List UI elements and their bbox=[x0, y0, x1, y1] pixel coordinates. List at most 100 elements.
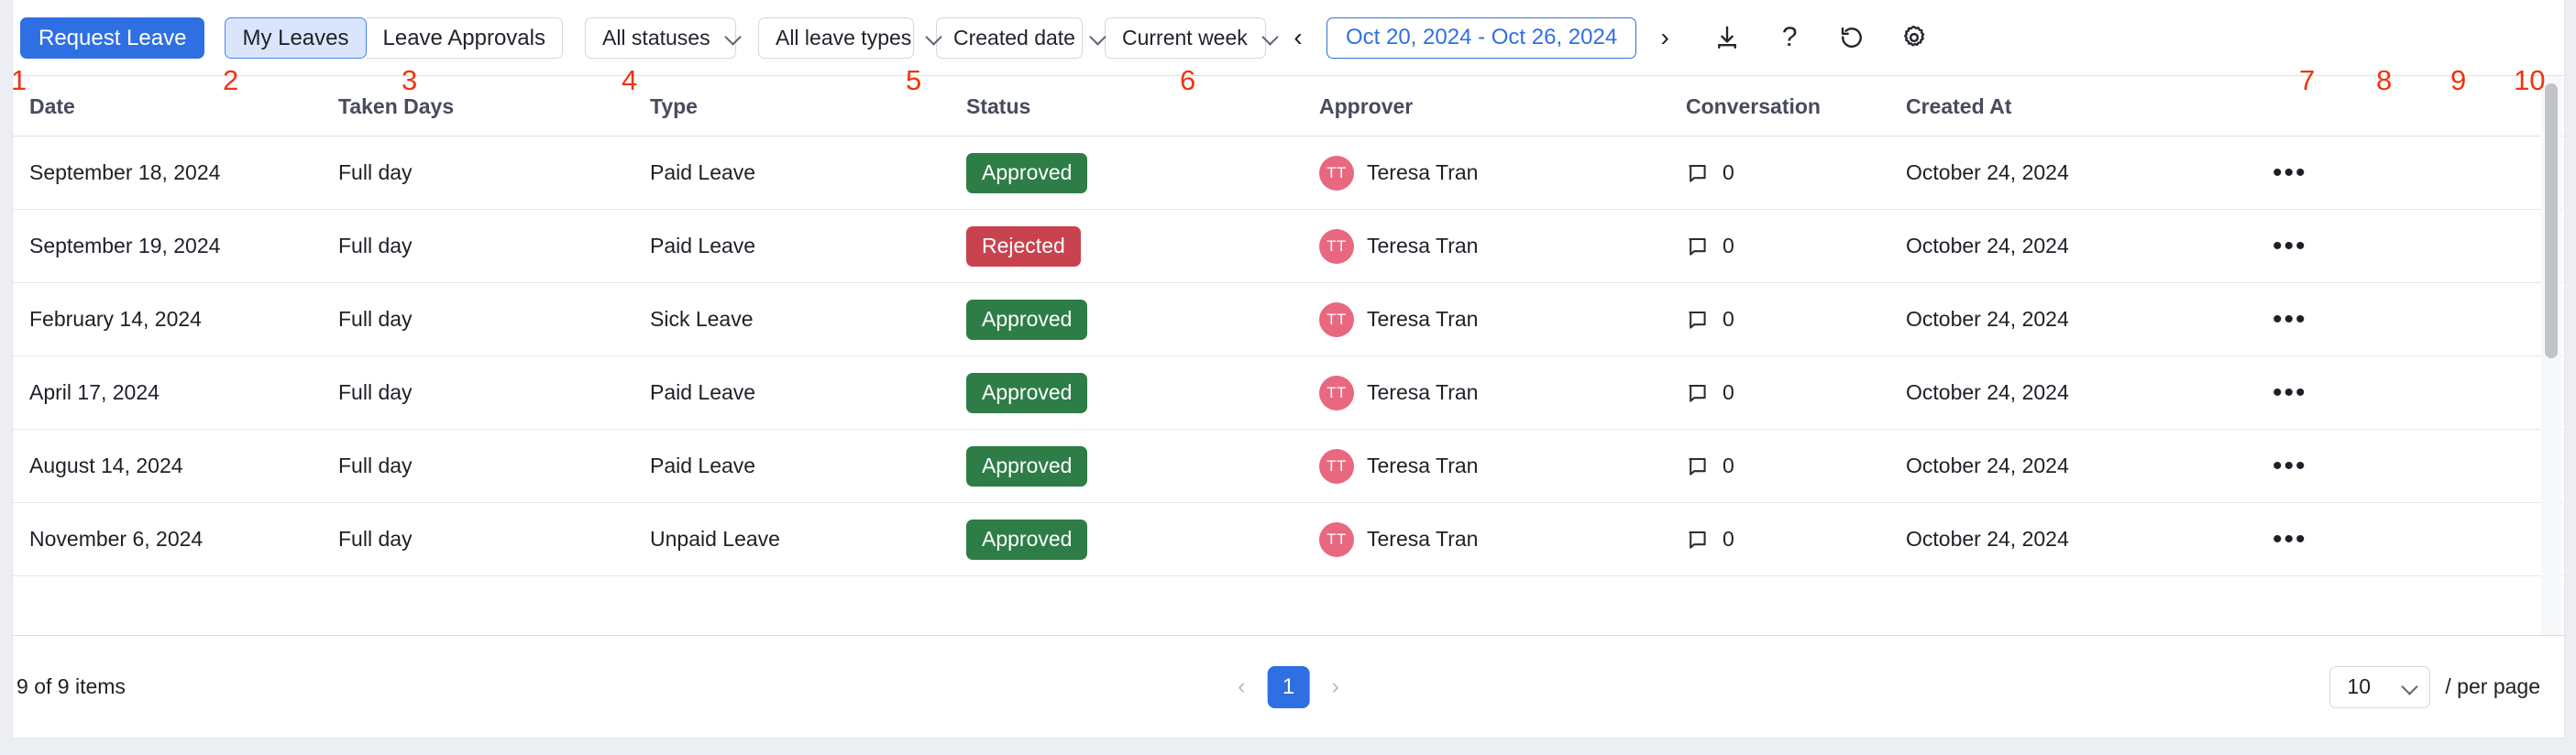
date-range-display[interactable]: Oct 20, 2024 - Oct 26, 2024 bbox=[1327, 17, 1636, 59]
app-page: Request Leave My Leaves Leave Approvals … bbox=[0, 0, 2576, 755]
cell-date: February 14, 2024 bbox=[13, 283, 338, 356]
cell-actions: ••• bbox=[2273, 430, 2564, 503]
conversation[interactable]: 0 bbox=[1686, 234, 1906, 258]
next-period-button[interactable]: › bbox=[1649, 17, 1680, 59]
cell-conversation: 0 bbox=[1686, 430, 1906, 503]
filter-leave-type[interactable]: All leave types bbox=[758, 17, 914, 59]
row-menu-button[interactable]: ••• bbox=[2273, 451, 2307, 481]
page-scrollbar[interactable] bbox=[2565, 0, 2576, 755]
filter-status[interactable]: All statuses bbox=[585, 17, 736, 59]
cell-date: August 14, 2024 bbox=[13, 430, 338, 503]
cell-type: Sick Leave bbox=[650, 283, 966, 356]
conversation-count: 0 bbox=[1723, 234, 1734, 258]
conversation[interactable]: 0 bbox=[1686, 454, 1906, 478]
column-header-type[interactable]: Type bbox=[650, 76, 966, 137]
cell-status: Approved bbox=[966, 283, 1319, 356]
cell-type: Paid Leave bbox=[650, 356, 966, 430]
status-badge: Approved bbox=[966, 373, 1087, 413]
chevron-down-icon bbox=[1090, 29, 1106, 46]
cell-status: Approved bbox=[966, 356, 1319, 430]
avatar: TT bbox=[1319, 449, 1354, 484]
refresh-icon[interactable] bbox=[1831, 16, 1873, 59]
approver-name: Teresa Tran bbox=[1367, 307, 1478, 332]
cell-type: Paid Leave bbox=[650, 210, 966, 283]
settings-gear-icon[interactable] bbox=[1893, 16, 1935, 59]
cell-date: April 17, 2024 bbox=[13, 356, 338, 430]
table-scrollbar-thumb[interactable] bbox=[2545, 83, 2558, 358]
pagination-prev-button[interactable]: ‹ bbox=[1232, 672, 1250, 702]
speech-bubble-icon bbox=[1686, 528, 1710, 552]
row-menu-button[interactable]: ••• bbox=[2273, 304, 2307, 334]
approver: TTTeresa Tran bbox=[1319, 302, 1686, 337]
request-leave-button[interactable]: Request Leave bbox=[20, 17, 204, 59]
chevron-down-icon bbox=[926, 29, 942, 46]
column-header-taken-days[interactable]: Taken Days bbox=[338, 76, 650, 137]
per-page-select[interactable]: 10 bbox=[2329, 666, 2430, 708]
speech-bubble-icon bbox=[1686, 308, 1710, 332]
status-badge: Approved bbox=[966, 153, 1087, 193]
filter-status-label: All statuses bbox=[602, 26, 710, 50]
approver: TTTeresa Tran bbox=[1319, 449, 1686, 484]
column-header-status[interactable]: Status bbox=[966, 76, 1319, 137]
cell-actions: ••• bbox=[2273, 210, 2564, 283]
cell-type: Paid Leave bbox=[650, 430, 966, 503]
row-menu-button[interactable]: ••• bbox=[2273, 524, 2307, 554]
filter-date-field-label: Created date bbox=[953, 26, 1075, 50]
avatar: TT bbox=[1319, 156, 1354, 191]
cell-approver: TTTeresa Tran bbox=[1319, 210, 1686, 283]
filter-date-field[interactable]: Created date bbox=[936, 17, 1083, 59]
status-badge: Rejected bbox=[966, 226, 1081, 267]
column-header-date[interactable]: Date bbox=[13, 76, 338, 137]
conversation-count: 0 bbox=[1723, 454, 1734, 478]
leaves-table: Date Taken Days Type Status Approver Con… bbox=[13, 76, 2564, 576]
conversation[interactable]: 0 bbox=[1686, 160, 1906, 185]
table-row[interactable]: August 14, 2024Full dayPaid LeaveApprove… bbox=[13, 430, 2564, 503]
cell-taken-days: Full day bbox=[338, 283, 650, 356]
conversation[interactable]: 0 bbox=[1686, 307, 1906, 332]
conversation[interactable]: 0 bbox=[1686, 527, 1906, 552]
cell-date: November 6, 2024 bbox=[13, 503, 338, 576]
tab-leave-approvals[interactable]: Leave Approvals bbox=[367, 17, 563, 59]
download-icon[interactable] bbox=[1706, 16, 1748, 59]
table-row[interactable]: February 14, 2024Full daySick LeaveAppro… bbox=[13, 283, 2564, 356]
table-row[interactable]: November 6, 2024Full dayUnpaid LeaveAppr… bbox=[13, 503, 2564, 576]
table-footer: - 9 of 9 items ‹ 1 › 10 / per page bbox=[13, 635, 2564, 738]
cell-conversation: 0 bbox=[1686, 210, 1906, 283]
tab-my-leaves[interactable]: My Leaves bbox=[225, 17, 366, 59]
filter-period[interactable]: Current week bbox=[1105, 17, 1266, 59]
pagination-page-1[interactable]: 1 bbox=[1268, 666, 1310, 708]
conversation-count: 0 bbox=[1723, 380, 1734, 405]
table-row[interactable]: September 19, 2024Full dayPaid LeaveReje… bbox=[13, 210, 2564, 283]
row-menu-button[interactable]: ••• bbox=[2273, 378, 2307, 408]
cell-approver: TTTeresa Tran bbox=[1319, 430, 1686, 503]
conversation[interactable]: 0 bbox=[1686, 380, 1906, 405]
row-menu-button[interactable]: ••• bbox=[2273, 231, 2307, 261]
conversation-count: 0 bbox=[1723, 307, 1734, 332]
column-header-created-at[interactable]: Created At bbox=[1906, 76, 2273, 137]
leaves-panel: Request Leave My Leaves Leave Approvals … bbox=[12, 0, 2565, 739]
cell-status: Approved bbox=[966, 137, 1319, 210]
table-scrollbar[interactable] bbox=[2541, 76, 2561, 635]
cell-approver: TTTeresa Tran bbox=[1319, 356, 1686, 430]
pagination-next-button[interactable]: › bbox=[1327, 672, 1345, 702]
table-header-row: Date Taken Days Type Status Approver Con… bbox=[13, 76, 2564, 137]
column-header-conversation[interactable]: Conversation bbox=[1686, 76, 1906, 137]
cell-created-at: October 24, 2024 bbox=[1906, 283, 2273, 356]
approver-name: Teresa Tran bbox=[1367, 527, 1478, 552]
cell-date: September 18, 2024 bbox=[13, 137, 338, 210]
table-row[interactable]: September 18, 2024Full dayPaid LeaveAppr… bbox=[13, 137, 2564, 210]
pagination: ‹ 1 › bbox=[1232, 666, 1345, 708]
cell-status: Approved bbox=[966, 430, 1319, 503]
cell-approver: TTTeresa Tran bbox=[1319, 283, 1686, 356]
row-menu-button[interactable]: ••• bbox=[2273, 158, 2307, 188]
help-icon[interactable]: ? bbox=[1768, 16, 1811, 59]
table-row[interactable]: April 17, 2024Full dayPaid LeaveApproved… bbox=[13, 356, 2564, 430]
cell-date: September 19, 2024 bbox=[13, 210, 338, 283]
leaves-table-container: Date Taken Days Type Status Approver Con… bbox=[13, 75, 2564, 635]
help-glyph: ? bbox=[1782, 24, 1798, 51]
toolbar: Request Leave My Leaves Leave Approvals … bbox=[13, 0, 2564, 75]
approver: TTTeresa Tran bbox=[1319, 522, 1686, 557]
prev-period-button[interactable]: ‹ bbox=[1282, 17, 1314, 59]
cell-status: Approved bbox=[966, 503, 1319, 576]
column-header-approver[interactable]: Approver bbox=[1319, 76, 1686, 137]
